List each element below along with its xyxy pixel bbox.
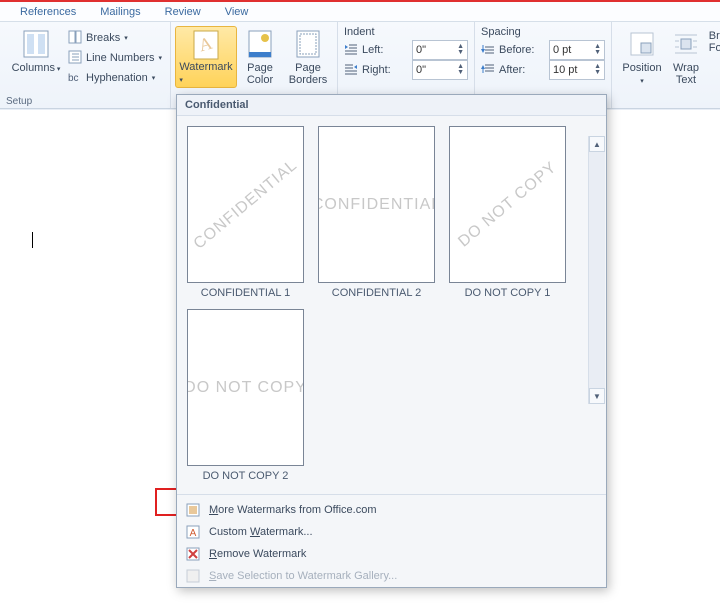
preview-watermark-text: CONFIDENTIAL: [318, 196, 435, 214]
watermark-button[interactable]: A Watermark▾: [175, 26, 237, 88]
page-borders-button[interactable]: Page Borders: [283, 26, 333, 88]
svg-text:A: A: [190, 528, 197, 539]
indent-left-value: 0": [416, 44, 426, 56]
hyphenation-button[interactable]: bc Hyphenation▾: [66, 68, 164, 88]
scroll-up-icon[interactable]: ▲: [589, 136, 605, 152]
preview-watermark-text: DO NOT COPY: [455, 158, 561, 251]
spacing-before-label: Before:: [499, 44, 545, 56]
wrap-text-button[interactable]: Wrap Text: [666, 26, 706, 88]
watermark-preset-donotcopy-1[interactable]: DO NOT COPY DO NOT COPY 1: [449, 126, 566, 299]
indent-right-field[interactable]: Right: 0" ▲▼: [344, 60, 468, 80]
spacing-before-value: 0 pt: [553, 44, 571, 56]
text-cursor: [32, 232, 33, 248]
remove-watermark-icon: [185, 546, 201, 562]
more-watermarks-label: ore Watermarks from Office.com: [218, 504, 376, 516]
tab-review[interactable]: Review: [153, 4, 213, 20]
tab-references[interactable]: References: [8, 4, 88, 20]
preview-watermark-text: DO NOT COPY: [187, 379, 304, 397]
preview-label: CONFIDENTIAL 1: [201, 287, 290, 299]
breaks-label: Breaks: [86, 32, 120, 44]
spacing-after-value: 10 pt: [553, 64, 577, 76]
watermark-dropdown: Confidential CONFIDENTIAL CONFIDENTIAL 1…: [176, 94, 607, 588]
preview-label: DO NOT COPY 2: [203, 470, 289, 482]
scroll-down-icon[interactable]: ▼: [589, 388, 605, 404]
office-icon: [185, 502, 201, 518]
spinner-arrows-icon[interactable]: ▲▼: [457, 64, 464, 76]
spacing-title: Spacing: [481, 26, 605, 40]
spacing-before-field[interactable]: Before: 0 pt ▲▼: [481, 40, 605, 60]
page-borders-label: Page Borders: [289, 62, 328, 86]
indent-title: Indent: [344, 26, 468, 40]
position-button[interactable]: Position▾: [618, 26, 666, 88]
watermark-label: Watermark: [179, 61, 232, 73]
bring-forward-button[interactable]: Br For: [706, 26, 720, 88]
preview-label: CONFIDENTIAL 2: [332, 287, 421, 299]
gallery-scrollbar[interactable]: ▲ ▼: [588, 136, 605, 404]
indent-left-icon: [344, 43, 358, 58]
ribbon-tabs: References Mailings Review View: [0, 2, 720, 22]
spinner-arrows-icon[interactable]: ▲▼: [457, 44, 464, 56]
bring-forward-label: Br For: [709, 30, 720, 54]
wrap-text-label: Wrap Text: [673, 62, 699, 86]
page-color-label: Page Color: [247, 62, 273, 86]
page-color-icon: [244, 28, 276, 60]
spacing-before-icon: [481, 43, 495, 58]
more-watermarks-item[interactable]: More Watermarks from Office.com: [177, 499, 606, 521]
spacing-after-field[interactable]: After: 10 pt ▲▼: [481, 60, 605, 80]
spacing-after-label: After:: [499, 64, 545, 76]
tab-view[interactable]: View: [213, 4, 261, 20]
page-color-button[interactable]: Page Color: [237, 26, 283, 88]
spinner-arrows-icon[interactable]: ▲▼: [594, 44, 601, 56]
save-selection-icon: [185, 568, 201, 584]
indent-left-label: Left:: [362, 44, 408, 56]
position-label: Position: [622, 62, 661, 74]
breaks-icon: [68, 30, 82, 47]
preview-label: DO NOT COPY 1: [465, 287, 551, 299]
spinner-arrows-icon[interactable]: ▲▼: [594, 64, 601, 76]
watermark-preset-confidential-1[interactable]: CONFIDENTIAL CONFIDENTIAL 1: [187, 126, 304, 299]
page-borders-icon: [292, 28, 324, 60]
svg-text:bc: bc: [68, 73, 79, 84]
spacing-after-icon: [481, 63, 495, 78]
indent-right-label: Right:: [362, 64, 408, 76]
wrap-text-icon: [670, 28, 702, 60]
indent-right-value: 0": [416, 64, 426, 76]
columns-label: Columns: [12, 62, 55, 74]
indent-left-field[interactable]: Left: 0" ▲▼: [344, 40, 468, 60]
columns-icon: [20, 28, 52, 60]
custom-watermark-item[interactable]: A Custom Watermark...: [177, 521, 606, 543]
line-numbers-button[interactable]: Line Numbers▾: [66, 48, 164, 68]
tab-mailings[interactable]: Mailings: [88, 4, 152, 20]
group-label-setup: Setup: [0, 96, 170, 107]
custom-watermark-icon: A: [185, 524, 201, 540]
indent-right-icon: [344, 63, 358, 78]
line-numbers-icon: [68, 50, 82, 67]
columns-button[interactable]: Columns ▾: [6, 26, 66, 88]
watermark-preset-donotcopy-2[interactable]: DO NOT COPY DO NOT COPY 2: [187, 309, 304, 482]
preview-watermark-text: CONFIDENTIAL: [190, 156, 301, 253]
save-selection-item: Save Selection to Watermark Gallery...: [177, 565, 606, 587]
dropdown-section-header: Confidential: [177, 95, 606, 116]
position-icon: [626, 28, 658, 60]
hyphenation-label: Hyphenation: [86, 72, 148, 84]
line-numbers-label: Line Numbers: [86, 52, 154, 64]
breaks-button[interactable]: Breaks▾: [66, 28, 164, 48]
hyphenation-icon: bc: [68, 70, 82, 87]
remove-watermark-item[interactable]: Remove Watermark: [177, 543, 606, 565]
watermark-preset-confidential-2[interactable]: CONFIDENTIAL CONFIDENTIAL 2: [318, 126, 435, 299]
watermark-icon: A: [190, 29, 222, 61]
